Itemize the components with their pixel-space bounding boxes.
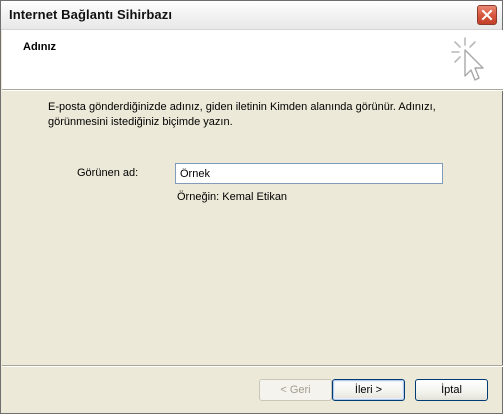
description-text: E-posta gönderdiğinizde adınız, giden il…: [48, 101, 436, 128]
header-divider: [2, 90, 503, 91]
cancel-button[interactable]: İptal: [415, 379, 488, 401]
close-button[interactable]: [477, 5, 497, 25]
window-title: Internet Bağlantı Sihirbazı: [9, 7, 173, 22]
example-text: Örneğin: Kemal Etikan: [177, 191, 288, 203]
close-icon: [481, 9, 493, 21]
wizard-header: Adınız: [2, 30, 503, 90]
page-title: Adınız: [23, 41, 56, 53]
display-name-label: Görünen ad:: [77, 167, 139, 179]
back-button[interactable]: < Geri: [259, 379, 332, 401]
display-name-input[interactable]: [175, 163, 443, 184]
footer-divider-highlight: [2, 366, 503, 367]
wizard-cursor-icon: [451, 37, 484, 81]
title-bar[interactable]: Internet Bağlantı Sihirbazı: [1, 1, 502, 30]
next-button[interactable]: İleri >: [332, 379, 405, 401]
wizard-window: Internet Bağlantı Sihirbazı Adınız E-pos…: [0, 0, 503, 414]
